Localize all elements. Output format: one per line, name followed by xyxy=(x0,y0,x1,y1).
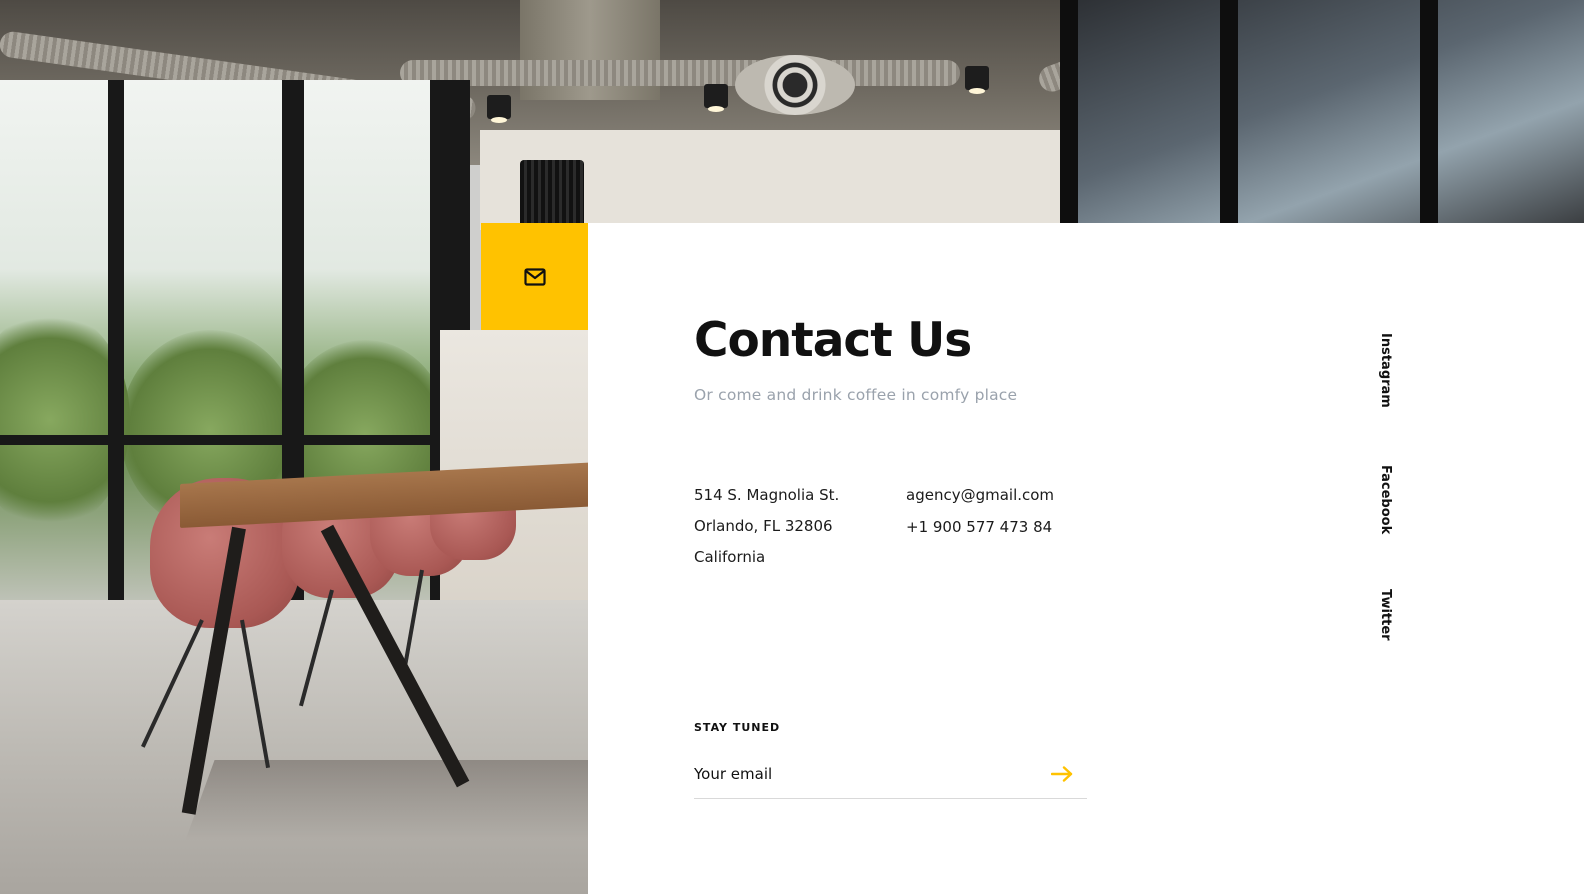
contact-details: agency@gmail.com +1 900 577 473 84 xyxy=(906,485,1054,549)
pendant-lamp xyxy=(520,160,584,224)
window-frame xyxy=(1060,0,1078,225)
contact-panel: Contact Us Or come and drink coffee in c… xyxy=(588,223,1584,894)
newsletter-form xyxy=(694,757,1087,799)
right-window xyxy=(1060,0,1584,225)
mail-icon xyxy=(523,267,546,286)
floor xyxy=(0,600,600,894)
address-line: California xyxy=(694,548,766,566)
window-frame xyxy=(108,80,124,620)
window-frame xyxy=(0,435,470,445)
phone-link[interactable]: +1 900 577 473 84 xyxy=(906,517,1054,549)
address-line: 514 S. Magnolia St. xyxy=(694,486,840,504)
arrow-right-icon xyxy=(1050,765,1073,782)
ceiling-lamp xyxy=(965,66,989,94)
address-line: Orlando, FL 32806 xyxy=(694,517,833,535)
newsletter-email-input[interactable] xyxy=(694,761,1024,787)
ceiling-duct xyxy=(400,60,960,86)
mail-icon-box xyxy=(481,223,588,330)
window-frame xyxy=(1420,0,1438,225)
page-subtitle: Or come and drink coffee in comfy place xyxy=(694,386,1018,404)
newsletter-label: STAY TUNED xyxy=(694,721,781,734)
ceiling-lamp xyxy=(704,84,728,112)
table-shadow xyxy=(185,760,635,840)
email-link[interactable]: agency@gmail.com xyxy=(906,485,1054,517)
ceiling-vent xyxy=(735,55,855,115)
social-link-facebook[interactable]: Facebook xyxy=(1378,465,1393,534)
social-link-instagram[interactable]: Instagram xyxy=(1378,333,1393,408)
page-title: Contact Us xyxy=(694,313,972,368)
social-link-twitter[interactable]: Twitter xyxy=(1378,589,1393,641)
newsletter-submit-button[interactable] xyxy=(1049,763,1075,787)
address-block: 514 S. Magnolia St. Orlando, FL 32806 Ca… xyxy=(694,485,839,578)
ceiling-lamp xyxy=(487,95,511,123)
window-frame xyxy=(1220,0,1238,225)
